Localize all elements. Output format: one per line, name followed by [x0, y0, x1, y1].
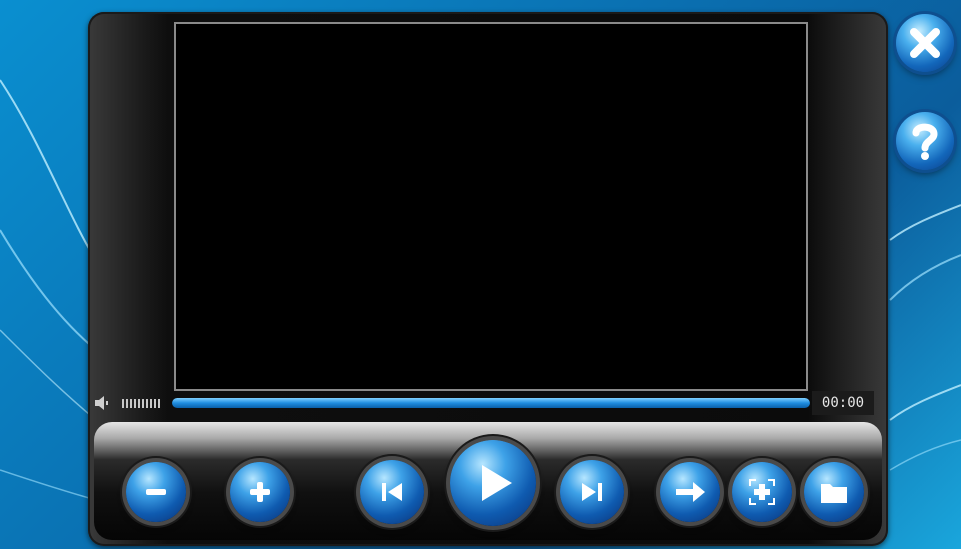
- time-display: 00:00: [812, 391, 874, 415]
- volume-down-button[interactable]: [126, 462, 186, 522]
- next-button[interactable]: [560, 460, 624, 524]
- control-bar: [94, 422, 882, 540]
- question-mark-icon: [912, 123, 938, 160]
- speaker-icon: [95, 396, 108, 410]
- fullscreen-button[interactable]: [732, 462, 792, 522]
- volume-level-meter[interactable]: [122, 399, 160, 408]
- play-icon: [482, 465, 512, 501]
- media-player: 00:00: [88, 12, 888, 546]
- close-button[interactable]: [896, 14, 954, 72]
- arrow-right-icon: [676, 482, 705, 502]
- seek-bar-fill: [172, 398, 810, 408]
- help-button[interactable]: [896, 112, 954, 170]
- volume-up-button[interactable]: [230, 462, 290, 522]
- skip-previous-icon: [382, 483, 402, 501]
- forward-button[interactable]: [660, 462, 720, 522]
- folder-icon: [821, 484, 847, 503]
- video-display: [174, 22, 808, 391]
- previous-button[interactable]: [360, 460, 424, 524]
- minus-icon: [146, 489, 166, 495]
- plus-icon: [250, 482, 270, 502]
- open-folder-button[interactable]: [804, 462, 864, 522]
- skip-next-icon: [582, 483, 602, 501]
- close-x-icon: [910, 28, 940, 58]
- play-button[interactable]: [450, 440, 536, 526]
- seek-bar[interactable]: [172, 398, 810, 408]
- fullscreen-icon: [749, 479, 775, 505]
